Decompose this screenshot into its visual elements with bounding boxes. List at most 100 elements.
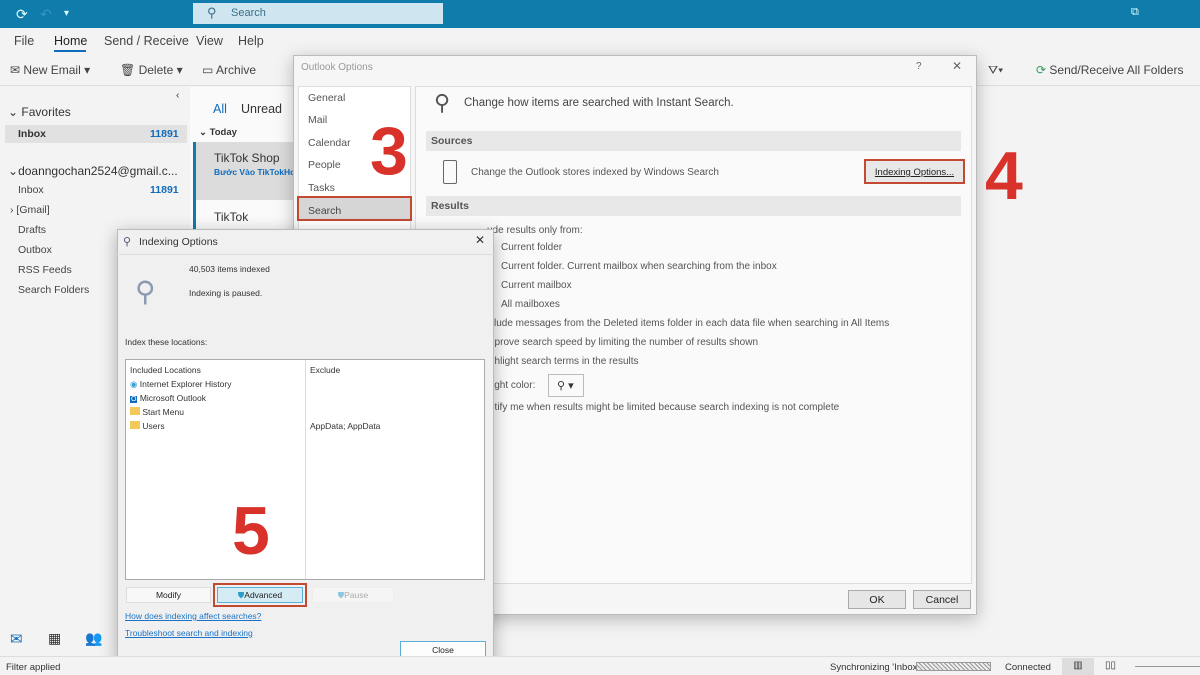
nav-tasks[interactable]: Tasks [308, 182, 335, 194]
location-row[interactable]: Users [130, 421, 165, 431]
location-name: Microsoft Outlook [139, 393, 206, 403]
folder-label: [Gmail] [16, 204, 50, 216]
close-icon[interactable]: ✕ [475, 233, 485, 247]
radio-current-folder[interactable]: Current folder [501, 242, 562, 253]
menu-view[interactable]: View [196, 34, 223, 48]
group-label: Today [209, 127, 237, 138]
nav-general[interactable]: General [308, 92, 345, 104]
indexing-icon: ⚲ [123, 236, 132, 248]
menu-help[interactable]: Help [238, 34, 264, 48]
account-header[interactable]: ⌄doanngochan2524@gmail.c... [8, 164, 178, 178]
improve-speed-checkbox[interactable]: nprove search speed by limiting the numb… [489, 337, 758, 348]
message-item[interactable]: TikTok [193, 200, 300, 230]
cancel-label: Cancel [925, 594, 959, 606]
collapse-pane-icon[interactable]: ‹ [176, 90, 179, 101]
send-receive-all-label: Send/Receive All Folders [1049, 63, 1184, 77]
search-placeholder: Search [231, 7, 266, 19]
archive-label: Archive [216, 63, 257, 77]
indexing-magnifier-icon: ⚲ [135, 276, 156, 307]
highlight-terms-checkbox[interactable]: ghlight search terms in the results [489, 356, 639, 367]
radio-current-folder-mailbox[interactable]: Current folder. Current mailbox when sea… [501, 261, 777, 272]
folder-inbox[interactable]: Inbox [18, 184, 44, 196]
delete-button[interactable]: 🗑 Delete ▾ [120, 63, 183, 77]
message-item[interactable]: TikTok Shop Bước Vào TikTokHo [193, 142, 300, 200]
cancel-button[interactable]: Cancel [913, 590, 971, 609]
menu-file[interactable]: File [14, 34, 34, 48]
search-input[interactable]: ⚲ Search [193, 3, 443, 24]
indexing-options-button[interactable]: Indexing Options... [864, 159, 965, 184]
trash-icon: 🗑 [120, 63, 136, 77]
ok-label: OK [869, 594, 885, 606]
search-icon: ⚲ [207, 5, 217, 20]
tab-all[interactable]: All [213, 102, 227, 116]
nav-search[interactable]: Search [297, 196, 412, 221]
customize-icon[interactable]: ▾ [64, 8, 69, 19]
new-email-label: New Email [23, 63, 81, 77]
favorites-label: Favorites [21, 105, 71, 119]
search-icon: ⚲ [434, 90, 451, 115]
normal-view-button[interactable]: ▥ [1062, 658, 1094, 675]
message-sender: TikTok Shop [214, 151, 280, 165]
folder-outbox[interactable]: Outbox [18, 244, 52, 256]
nav-calendar[interactable]: Calendar [308, 137, 351, 149]
outlook-icon: O [130, 396, 138, 403]
zoom-slider[interactable] [1135, 666, 1200, 667]
index-locations-label: Index these locations: [125, 337, 208, 347]
include-deleted-checkbox[interactable]: clude messages from the Deleted items fo… [489, 318, 889, 329]
help-button[interactable]: ? [916, 61, 922, 72]
message-sender: TikTok [214, 210, 249, 224]
nav-people[interactable]: People [308, 159, 341, 171]
radio-current-mailbox[interactable]: Current mailbox [501, 280, 572, 291]
group-today[interactable]: ⌄ Today [199, 127, 237, 138]
people-icon[interactable]: 👥 [85, 630, 102, 647]
location-row[interactable]: ◉ Internet Explorer History [130, 379, 231, 390]
calendar-icon[interactable]: ▦ [48, 630, 61, 647]
sources-section: Sources [426, 131, 961, 151]
folder-icon [130, 421, 140, 429]
folder-rss-feeds[interactable]: RSS Feeds [18, 264, 72, 276]
restore-icon[interactable]: ⧉ [1131, 6, 1139, 19]
troubleshoot-link[interactable]: Troubleshoot search and indexing [125, 628, 253, 638]
filter-button[interactable]: ⛛▾ [988, 63, 1003, 78]
close-icon[interactable]: ✕ [952, 59, 962, 73]
tab-unread[interactable]: Unread [241, 102, 282, 116]
sync-icon[interactable]: ⟳ [16, 6, 28, 23]
inbox-count: 11891 [150, 128, 179, 140]
radio-all-mailboxes[interactable]: All mailboxes [501, 299, 560, 310]
location-row[interactable]: Start Menu [130, 407, 184, 417]
advanced-highlight: ⛊Advanced [213, 583, 307, 607]
location-exclude: AppData; AppData [310, 421, 381, 431]
modify-button[interactable]: Modify [126, 587, 211, 603]
undo-icon[interactable]: ↶ [40, 6, 52, 23]
sync-status: Synchronizing 'Inbox' [830, 662, 920, 673]
folder-gmail[interactable]: › [Gmail] [10, 204, 50, 216]
highlight-color-dropdown[interactable]: ⚲ ▾ [548, 374, 584, 397]
folder-search-folders[interactable]: Search Folders [18, 284, 89, 296]
reading-view-icon[interactable]: ▯▯ [1105, 660, 1116, 671]
include-results-checkbox[interactable]: ude results only from: [487, 225, 583, 236]
location-name: Users [142, 421, 165, 431]
advanced-button[interactable]: ⛊Advanced [217, 587, 303, 603]
mail-icon[interactable]: ✉ [10, 630, 23, 648]
menu-send-receive[interactable]: Send / Receive [104, 34, 189, 48]
column-exclude[interactable]: Exclude [310, 365, 340, 375]
favorites-header[interactable]: ⌄ Favorites [8, 105, 71, 119]
folder-drafts[interactable]: Drafts [18, 224, 46, 236]
column-included[interactable]: Included Locations [130, 365, 201, 375]
normal-view-icon: ▥ [1073, 660, 1083, 671]
menu-home[interactable]: Home [54, 34, 87, 48]
archive-button[interactable]: ▭ Archive [202, 63, 256, 77]
new-email-button[interactable]: ✉ New Email ▾ [10, 63, 90, 77]
location-row[interactable]: O Microsoft Outlook [130, 393, 206, 403]
how-indexing-affects-link[interactable]: How does indexing affect searches? [125, 611, 261, 621]
title-bar [0, 0, 1200, 28]
results-section: Results [426, 196, 961, 216]
step-3-annotation: 3 [370, 113, 408, 189]
nav-mail[interactable]: Mail [308, 114, 327, 126]
ok-button[interactable]: OK [848, 590, 906, 609]
send-receive-all-button[interactable]: ⟳ Send/Receive All Folders [1036, 63, 1183, 77]
sources-heading: Sources [431, 135, 473, 147]
inbox-count: 11891 [150, 184, 179, 196]
favorites-inbox[interactable]: Inbox 11891 [5, 125, 187, 143]
notify-checkbox[interactable]: otify me when results might be limited b… [489, 402, 839, 413]
